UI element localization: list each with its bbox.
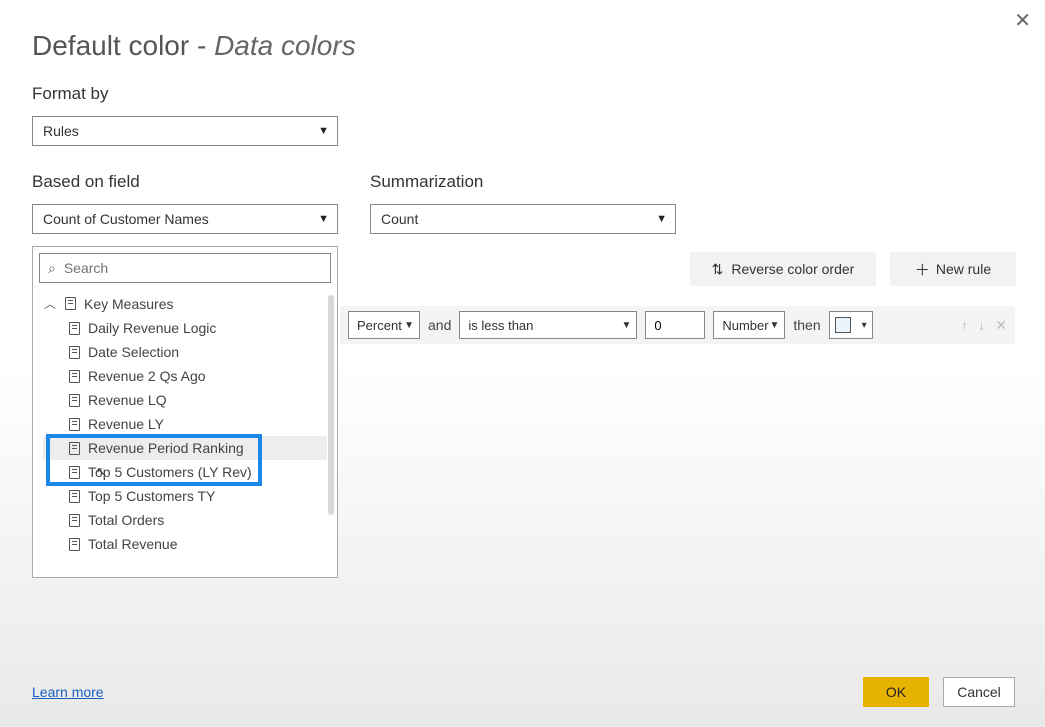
measure-icon — [69, 538, 80, 551]
field-item[interactable]: Top 5 Customers (LY Rev) — [43, 460, 327, 484]
learn-more-link[interactable]: Learn more — [32, 684, 104, 700]
plus-icon: ＋ — [915, 259, 930, 280]
cancel-button[interactable]: Cancel — [943, 677, 1015, 707]
measure-icon — [69, 442, 80, 455]
title-main: Default color — [32, 30, 189, 61]
move-down-icon[interactable]: ↓ — [978, 317, 985, 334]
rule-row-actions: ↑ ↓ ✕ — [961, 317, 1007, 334]
color-swatch — [835, 317, 851, 333]
chevron-down-icon: ▼ — [404, 320, 414, 331]
chevron-up-icon: ︿ — [43, 295, 57, 312]
measure-icon — [69, 394, 80, 407]
measure-icon — [69, 322, 80, 335]
chevron-down-icon: ▼ — [318, 213, 329, 225]
field-group-key-measures[interactable]: ︿ Key Measures — [43, 291, 327, 316]
measure-icon — [69, 370, 80, 383]
swap-icon: ⇅ — [712, 261, 724, 278]
rule-and-label: and — [428, 317, 451, 333]
search-input[interactable] — [64, 260, 322, 276]
chevron-down-icon: ▼ — [318, 125, 329, 137]
ok-button[interactable]: OK — [863, 677, 929, 707]
rule-color-picker[interactable]: ▾ — [829, 311, 873, 339]
new-rule-button[interactable]: ＋ New rule — [890, 252, 1016, 286]
field-item[interactable]: Revenue 2 Qs Ago — [43, 364, 327, 388]
measure-icon — [69, 418, 80, 431]
chevron-down-icon: ▼ — [621, 320, 631, 331]
field-item[interactable]: Revenue LQ — [43, 388, 327, 412]
chevron-down-icon: ▼ — [656, 213, 667, 225]
field-item[interactable]: Total Orders — [43, 508, 327, 532]
rule-unit-select[interactable]: Number▼ — [713, 311, 785, 339]
based-on-select[interactable]: Count of Customer Names ▼ — [32, 204, 338, 234]
field-item[interactable]: Revenue LY — [43, 412, 327, 436]
chevron-down-icon: ▾ — [862, 320, 867, 331]
close-icon[interactable]: ✕ — [1014, 8, 1031, 33]
chevron-down-icon: ▼ — [769, 320, 779, 331]
measure-icon — [69, 466, 80, 479]
search-input-wrapper[interactable]: ⌕ — [39, 253, 331, 283]
rule-row: Percent▼ and is less than▼ Number▼ then … — [340, 306, 1015, 344]
measure-icon — [69, 490, 80, 503]
format-by-select[interactable]: Rules ▼ — [32, 116, 338, 146]
table-icon — [65, 297, 76, 310]
search-icon: ⌕ — [48, 260, 56, 277]
field-picker-panel: ⌕ ︿ Key Measures Daily Revenue Logic Dat… — [32, 246, 338, 578]
measure-icon — [69, 514, 80, 527]
format-by-label: Format by — [32, 84, 338, 104]
scrollbar-thumb[interactable] — [328, 295, 334, 515]
dialog-title: Default color - Data colors — [32, 30, 356, 62]
field-item[interactable]: Date Selection — [43, 340, 327, 364]
based-on-label: Based on field — [32, 172, 338, 192]
reverse-color-order-button[interactable]: ⇅ Reverse color order — [690, 252, 876, 286]
measure-icon — [69, 346, 80, 359]
delete-rule-icon[interactable]: ✕ — [995, 317, 1007, 334]
field-item[interactable]: Daily Revenue Logic — [43, 316, 327, 340]
summarization-select[interactable]: Count ▼ — [370, 204, 676, 234]
move-up-icon[interactable]: ↑ — [961, 317, 968, 334]
rule-value-input[interactable] — [645, 311, 705, 339]
field-item-revenue-period-ranking[interactable]: Revenue Period Ranking — [43, 436, 327, 460]
title-sub: Data colors — [214, 30, 356, 61]
rule-operator-select[interactable]: is less than▼ — [459, 311, 637, 339]
summarization-label: Summarization — [370, 172, 676, 192]
field-item[interactable]: Top 5 Customers TY — [43, 484, 327, 508]
rule-then-label: then — [793, 317, 820, 333]
rule-type-select[interactable]: Percent▼ — [348, 311, 420, 339]
field-item[interactable]: Total Revenue — [43, 532, 327, 556]
